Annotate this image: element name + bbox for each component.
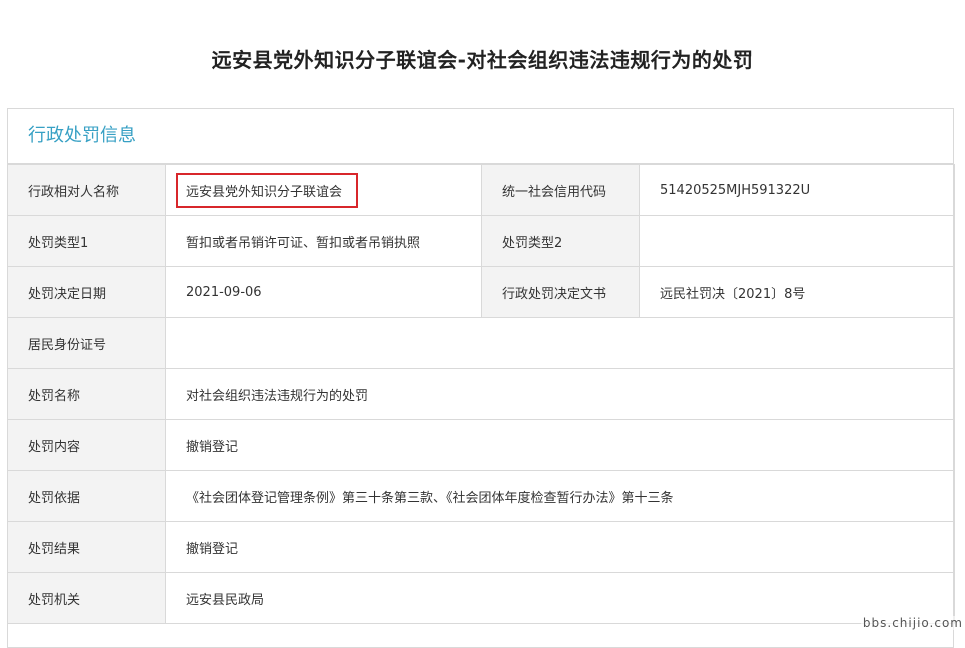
penalty-info-panel: 行政处罚信息 行政相对人名称 远安县党外知识分子联谊会 统一社会信用代码 514… bbox=[7, 108, 955, 648]
penalty-type2-label: 处罚类型2 bbox=[481, 215, 640, 267]
subject-name-label: 行政相对人名称 bbox=[7, 164, 166, 216]
credit-code-value: 51420525MJH591322U bbox=[639, 164, 955, 216]
penalty-info-table: 行政相对人名称 远安县党外知识分子联谊会 统一社会信用代码 51420525MJ… bbox=[7, 164, 955, 624]
penalty-type1-value: 暂扣或者吊销许可证、暂扣或者吊销执照 bbox=[165, 215, 482, 267]
credit-code-label: 统一社会信用代码 bbox=[481, 164, 640, 216]
penalty-name-value: 对社会组织违法违规行为的处罚 bbox=[165, 368, 955, 420]
penalty-authority-label: 处罚机关 bbox=[7, 572, 166, 624]
decision-doc-value: 远民社罚决〔2021〕8号 bbox=[639, 266, 955, 318]
table-row: 行政相对人名称 远安县党外知识分子联谊会 统一社会信用代码 51420525MJ… bbox=[7, 164, 955, 216]
table-row: 居民身份证号 bbox=[7, 317, 955, 369]
penalty-type2-value bbox=[639, 215, 955, 267]
table-row: 处罚类型1 暂扣或者吊销许可证、暂扣或者吊销执照 处罚类型2 bbox=[7, 215, 955, 267]
section-title: 行政处罚信息 bbox=[8, 109, 953, 164]
page-title: 远安县党外知识分子联谊会-对社会组织违法违规行为的处罚 bbox=[211, 48, 754, 72]
decision-date-label: 处罚决定日期 bbox=[7, 266, 166, 318]
decision-doc-label: 行政处罚决定文书 bbox=[481, 266, 640, 318]
penalty-result-label: 处罚结果 bbox=[7, 521, 166, 573]
penalty-basis-value: 《社会团体登记管理条例》第三十条第三款、《社会团体年度检查暂行办法》第十三条 bbox=[165, 470, 955, 522]
penalty-result-value: 撤销登记 bbox=[165, 521, 955, 573]
table-row: 处罚结果 撤销登记 bbox=[7, 521, 955, 573]
subject-name-cell: 远安县党外知识分子联谊会 bbox=[165, 164, 482, 216]
id-number-label: 居民身份证号 bbox=[7, 317, 166, 369]
penalty-basis-label: 处罚依据 bbox=[7, 470, 166, 522]
subject-name-value: 远安县党外知识分子联谊会 bbox=[176, 172, 359, 208]
id-number-value bbox=[165, 317, 955, 369]
table-row: 处罚机关 远安县民政局 bbox=[7, 572, 955, 624]
penalty-name-label: 处罚名称 bbox=[7, 368, 166, 420]
penalty-authority-value: 远安县民政局 bbox=[165, 572, 955, 624]
table-row: 处罚名称 对社会组织违法违规行为的处罚 bbox=[7, 368, 955, 420]
penalty-content-label: 处罚内容 bbox=[7, 419, 166, 471]
penalty-type1-label: 处罚类型1 bbox=[7, 215, 166, 267]
decision-date-value: 2021-09-06 bbox=[165, 266, 482, 318]
table-row: 处罚内容 撤销登记 bbox=[7, 419, 955, 471]
table-row: 处罚依据 《社会团体登记管理条例》第三十条第三款、《社会团体年度检查暂行办法》第… bbox=[7, 470, 955, 522]
table-row: 处罚决定日期 2021-09-06 行政处罚决定文书 远民社罚决〔2021〕8号 bbox=[7, 266, 955, 318]
penalty-content-value: 撤销登记 bbox=[165, 419, 955, 471]
watermark: bbs.chijio.com bbox=[860, 616, 965, 630]
